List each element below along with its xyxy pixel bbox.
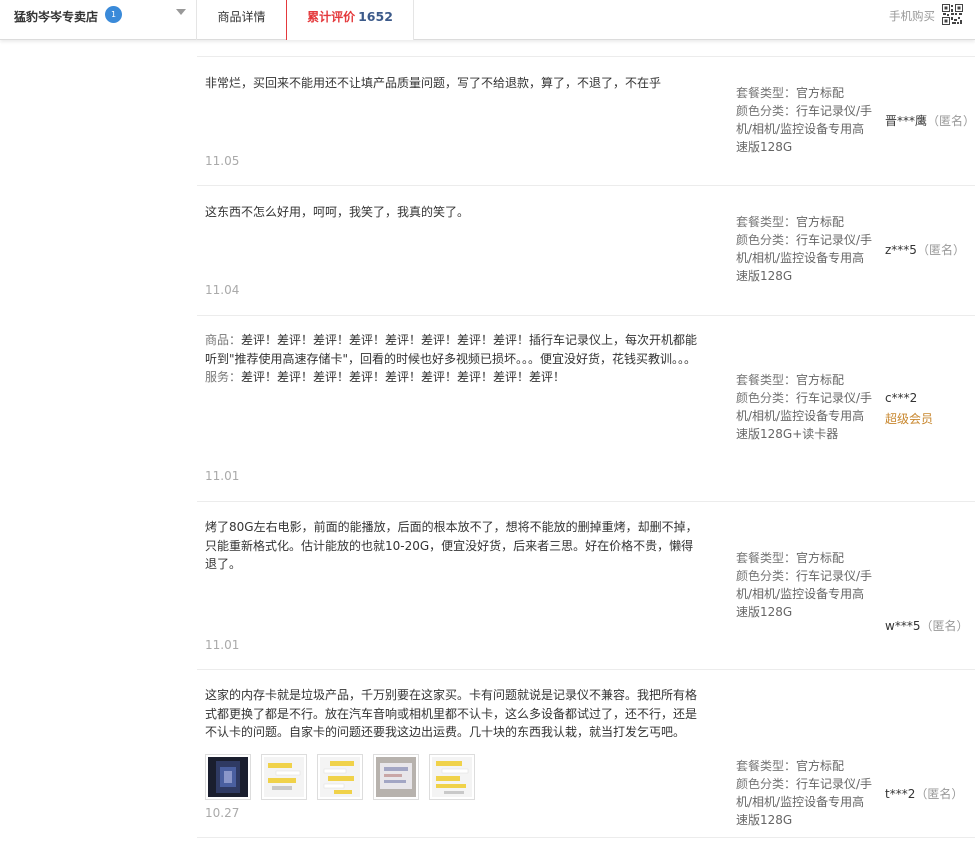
review-sku-info: 套餐类型：官方标配 颜色分类：行车记录仪/手机/相机/监控设备专用高速版128G xyxy=(736,757,876,829)
reviewer-name: w***5（匿名） xyxy=(885,617,968,634)
top-bar: 猛豹岑岑专卖店 1 商品详情 累计评价 1652 手机购买 xyxy=(0,0,975,40)
package-label: 套餐类型： xyxy=(736,759,797,773)
tab-product-detail-label: 商品详情 xyxy=(217,10,266,24)
review-item: 这家的内存卡就是垃圾产品，千万别要在这家买。卡有问题就说是记录仪不兼容。我把所有… xyxy=(197,670,975,838)
review-photo-thumbnail[interactable] xyxy=(429,754,475,800)
shop-selector[interactable]: 猛豹岑岑专卖店 1 xyxy=(0,0,197,40)
package-value: 官方标配 xyxy=(796,373,845,387)
color-category: 颜色分类：行车记录仪/手机/相机/监控设备专用高速版128G xyxy=(736,775,876,829)
review-sku-info: 套餐类型：官方标配 颜色分类：行车记录仪/手机/相机/监控设备专用高速版128G xyxy=(736,213,876,285)
color-label: 颜色分类： xyxy=(736,233,797,247)
package-label: 套餐类型： xyxy=(736,215,797,229)
reviewer-id: t***2 xyxy=(885,787,916,801)
package-value: 官方标配 xyxy=(796,86,845,100)
color-category: 颜色分类：行车记录仪/手机/相机/监控设备专用高速版128G xyxy=(736,231,876,285)
product-comment-label: 商品： xyxy=(205,333,242,347)
color-category: 颜色分类：行车记录仪/手机/相机/监控设备专用高速版128G+读卡器 xyxy=(736,389,876,443)
reviewer-id: c***2 xyxy=(885,391,918,405)
dark-photo-icon xyxy=(208,757,248,797)
review-date: 11.01 xyxy=(205,469,240,483)
review-date: 11.01 xyxy=(205,638,240,652)
service-comment: 服务：差评！差评！差评！差评！差评！差评！差评！差评！差评！ xyxy=(205,368,699,387)
reviewer-name: 晋***鹰（匿名） xyxy=(885,112,975,129)
reviewer-id: 晋***鹰 xyxy=(885,114,928,128)
tab-reviews-text: 累计评价 xyxy=(307,10,356,24)
reviewer-name: z***5（匿名） xyxy=(885,241,965,258)
review-sku-info: 套餐类型：官方标配 颜色分类：行车记录仪/手机/相机/监控设备专用高速版128G xyxy=(736,84,876,156)
anonymous-tag: （匿名） xyxy=(927,114,975,128)
review-photo-thumbnail[interactable] xyxy=(205,754,251,800)
review-date: 11.05 xyxy=(205,154,240,168)
review-item: 商品：差评！差评！差评！差评！差评！差评！差评！差评！插行车记录仪上，每次开机都… xyxy=(197,316,975,502)
chat-screenshot-icon xyxy=(264,757,304,797)
reviewer-id: z***5 xyxy=(885,243,917,257)
color-category: 颜色分类：行车记录仪/手机/相机/监控设备专用高速版128G xyxy=(736,102,876,156)
package-value: 官方标配 xyxy=(796,759,845,773)
chevron-down-icon[interactable] xyxy=(176,9,186,15)
color-label: 颜色分类： xyxy=(736,104,797,118)
anonymous-tag: （匿名） xyxy=(916,243,965,257)
package-type: 套餐类型：官方标配 xyxy=(736,549,876,567)
shop-name[interactable]: 猛豹岑岑专卖店 xyxy=(14,8,98,25)
review-date: 10.27 xyxy=(205,806,240,820)
package-type: 套餐类型：官方标配 xyxy=(736,213,876,231)
review-text: 非常烂，买回来不能用还不让填产品质量问题，写了不给退款，算了，不退了，不在乎 xyxy=(205,76,662,90)
tab-product-detail[interactable]: 商品详情 xyxy=(197,0,287,40)
package-label: 套餐类型： xyxy=(736,373,797,387)
review-text: 这东西不怎么好用，呵呵，我笑了，我真的笑了。 xyxy=(205,205,470,219)
chat-screenshot-icon xyxy=(432,757,472,797)
review-sku-info: 套餐类型：官方标配 颜色分类：行车记录仪/手机/相机/监控设备专用高速版128G xyxy=(736,549,876,621)
chat-screenshot-icon xyxy=(320,757,360,797)
review-text: 这家的内存卡就是垃圾产品，千万别要在这家买。卡有问题就说是记录仪不兼容。我把所有… xyxy=(205,688,698,739)
product-comment: 商品：差评！差评！差评！差评！差评！差评！差评！差评！插行车记录仪上，每次开机都… xyxy=(205,331,699,368)
review-count: 1652 xyxy=(358,9,393,24)
service-comment-label: 服务： xyxy=(205,370,242,384)
package-value: 官方标配 xyxy=(796,215,845,229)
shop-badge-icon: 1 xyxy=(105,6,122,23)
service-comment-text: 差评！差评！差评！差评！差评！差评！差评！差评！差评！ xyxy=(241,370,566,384)
reviewer-name: t***2（匿名） xyxy=(885,785,963,802)
package-type: 套餐类型：官方标配 xyxy=(736,84,876,102)
review-item: 这东西不怎么好用，呵呵，我笑了，我真的笑了。 11.04 套餐类型：官方标配 颜… xyxy=(197,186,975,316)
vip-badge: 超级会员 xyxy=(885,412,934,426)
package-type: 套餐类型：官方标配 xyxy=(736,371,876,389)
anonymous-tag: （匿名） xyxy=(920,619,969,633)
anonymous-tag: （匿名） xyxy=(915,787,964,801)
review-photo-thumbnail[interactable] xyxy=(261,754,307,800)
tab-reviews[interactable]: 累计评价 1652 xyxy=(286,0,414,40)
package-label: 套餐类型： xyxy=(736,86,797,100)
color-label: 颜色分类： xyxy=(736,777,797,791)
review-photo-thumbnail[interactable] xyxy=(373,754,419,800)
color-label: 颜色分类： xyxy=(736,569,797,583)
device-photo-icon xyxy=(376,757,416,797)
mobile-buy-link[interactable]: 手机购买 xyxy=(889,8,935,24)
review-item: 非常烂，买回来不能用还不让填产品质量问题，写了不给退款，算了，不退了，不在乎 1… xyxy=(197,56,975,186)
package-label: 套餐类型： xyxy=(736,551,797,565)
tab-reviews-label: 累计评价 1652 xyxy=(287,8,413,25)
review-photo-list xyxy=(205,754,485,800)
review-item: 烤了80G左右电影，前面的能播放，后面的根本放不了，想将不能放的删掉重烤，却删不… xyxy=(197,502,975,670)
review-date: 11.04 xyxy=(205,283,240,297)
review-photo-thumbnail[interactable] xyxy=(317,754,363,800)
package-value: 官方标配 xyxy=(796,551,845,565)
qr-code-icon[interactable] xyxy=(942,4,963,25)
color-category: 颜色分类：行车记录仪/手机/相机/监控设备专用高速版128G xyxy=(736,567,876,621)
reviewer-name: c***2 xyxy=(885,391,917,405)
review-text: 烤了80G左右电影，前面的能播放，后面的根本放不了，想将不能放的删掉重烤，却删不… xyxy=(205,520,698,571)
review-sku-info: 套餐类型：官方标配 颜色分类：行车记录仪/手机/相机/监控设备专用高速版128G… xyxy=(736,371,876,443)
reviewer-id: w***5 xyxy=(885,619,921,633)
color-label: 颜色分类： xyxy=(736,391,797,405)
package-type: 套餐类型：官方标配 xyxy=(736,757,876,775)
product-comment-text: 差评！差评！差评！差评！差评！差评！差评！差评！插行车记录仪上，每次开机都能听到… xyxy=(205,333,698,366)
review-text: 商品：差评！差评！差评！差评！差评！差评！差评！差评！插行车记录仪上，每次开机都… xyxy=(205,331,699,387)
